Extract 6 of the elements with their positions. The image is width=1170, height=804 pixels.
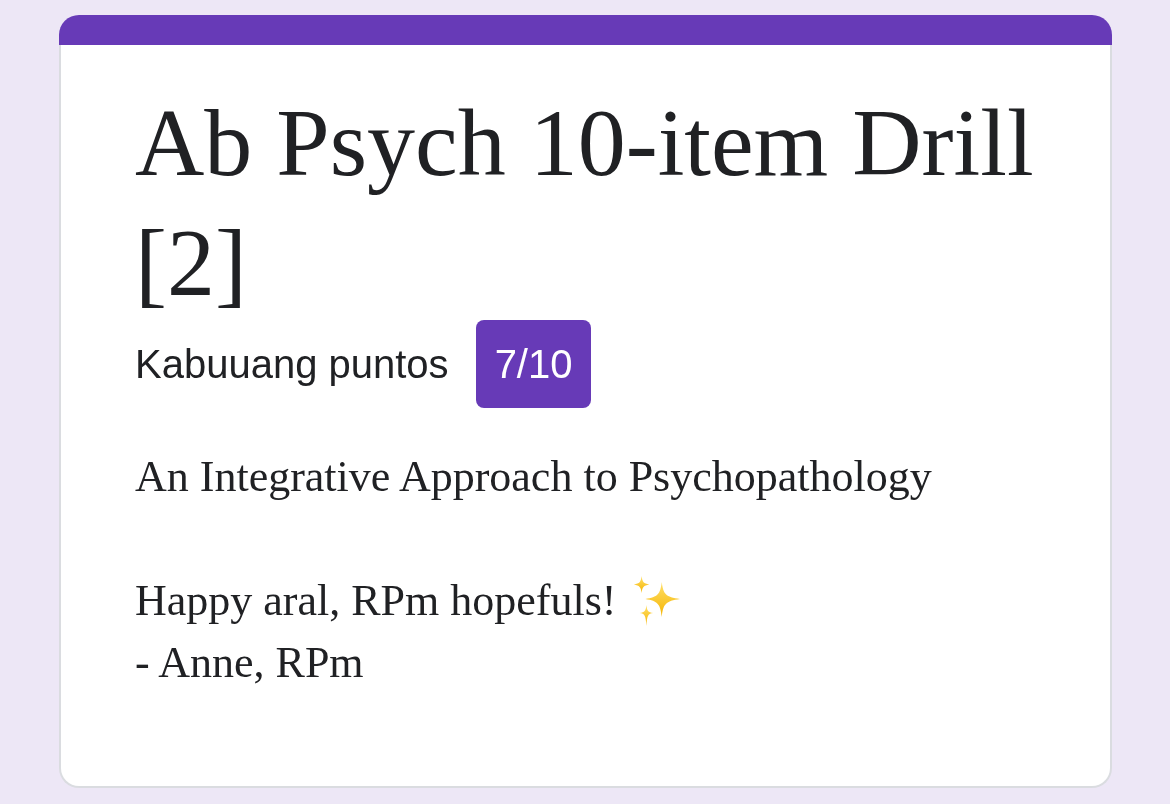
description-text: An Integrative Approach to Psychopathology <box>135 451 932 503</box>
score-label: Kabuuang puntos <box>135 341 449 387</box>
form-title: Ab Psych 10-item Drill [2] <box>135 88 1035 318</box>
description-text: Happy aral, RPm hopefuls! <box>135 575 617 627</box>
score-badge: 7/10 <box>475 320 592 408</box>
description-text: - Anne, RPm <box>135 637 364 689</box>
